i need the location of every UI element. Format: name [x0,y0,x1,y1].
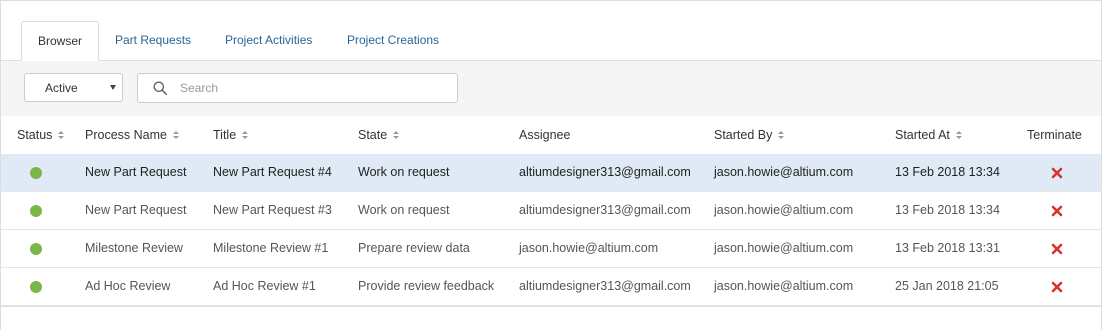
cell-title: New Part Request #3 [213,203,332,217]
search-input[interactable] [180,78,440,98]
sort-icon [58,131,65,140]
cell-started-at: 25 Jan 2018 21:05 [895,279,999,293]
terminate-close-icon[interactable] [1051,205,1063,217]
cell-state: Work on request [358,203,450,217]
status-filter-value: Active [45,81,78,95]
column-header-process-name[interactable]: Process Name [85,116,179,154]
table-row[interactable]: Milestone Review Milestone Review #1 Pre… [1,230,1101,268]
cell-title: Ad Hoc Review #1 [213,279,316,293]
sort-icon [955,131,962,140]
column-header-terminate: Terminate [1027,116,1082,154]
status-filter-select[interactable]: Active [24,73,123,102]
column-header-label: Started At [895,128,950,142]
cell-assignee: altiumdesigner313@gmail.com [519,203,691,217]
cell-process-name: Milestone Review [85,241,183,255]
sort-icon [242,131,249,140]
column-header-status[interactable]: Status [17,116,65,154]
column-header-label: Process Name [85,128,167,142]
column-header-assignee: Assignee [519,116,570,154]
status-dot-icon [30,243,42,255]
table-row[interactable]: New Part Request New Part Request #3 Wor… [1,192,1101,230]
processes-panel: Browser Part Requests Project Activities… [0,0,1102,330]
column-header-started-by[interactable]: Started By [714,116,785,154]
status-dot-icon [30,205,42,217]
cell-state: Prepare review data [358,241,470,255]
column-header-state[interactable]: State [358,116,400,154]
status-dot-icon [30,167,42,179]
cell-assignee: altiumdesigner313@gmail.com [519,165,691,179]
search-box [137,73,458,103]
sort-icon [172,131,179,140]
cell-started-by: jason.howie@altium.com [714,279,854,293]
table-row[interactable]: Ad Hoc Review Ad Hoc Review #1 Provide r… [1,268,1101,306]
table-footer [1,306,1101,330]
caret-down-icon [110,85,116,90]
status-dot-icon [30,281,42,293]
column-header-title[interactable]: Title [213,116,249,154]
cell-state: Provide review feedback [358,279,495,293]
sort-icon [393,131,400,140]
column-header-label: Title [213,128,237,142]
column-header-label: Assignee [519,128,571,142]
terminate-close-icon[interactable] [1051,243,1063,255]
cell-started-by: jason.howie@altium.com [714,203,854,217]
cell-started-at: 13 Feb 2018 13:31 [895,241,1000,255]
tab-part-requests[interactable]: Part Requests [99,21,207,59]
terminate-close-icon[interactable] [1051,281,1063,293]
cell-started-at: 13 Feb 2018 13:34 [895,203,1000,217]
cell-title: Milestone Review #1 [213,241,329,255]
tab-browser[interactable]: Browser [21,21,100,61]
cell-state: Work on request [358,165,450,179]
tab-bar: Browser Part Requests Project Activities… [1,1,1101,61]
cell-assignee: altiumdesigner313@gmail.com [519,279,691,293]
table-header: Status Process Name Title State Assignee… [1,116,1101,155]
cell-process-name: New Part Request [85,203,187,217]
terminate-close-icon[interactable] [1051,167,1063,179]
cell-process-name: Ad Hoc Review [85,279,171,293]
tab-project-creations[interactable]: Project Creations [331,21,455,59]
sort-icon [778,131,785,140]
column-header-label: Started By [714,128,773,142]
cell-title: New Part Request #4 [213,165,332,179]
cell-started-by: jason.howie@altium.com [714,165,854,179]
cell-started-by: jason.howie@altium.com [714,241,854,255]
search-icon [153,81,167,95]
filter-bar: Active [1,61,1101,117]
table-row[interactable]: New Part Request New Part Request #4 Wor… [1,154,1101,192]
tab-project-activities[interactable]: Project Activities [209,21,328,59]
cell-process-name: New Part Request [85,165,187,179]
column-header-label: State [358,128,388,142]
column-header-label: Status [17,128,53,142]
column-header-started-at[interactable]: Started At [895,116,962,154]
cell-started-at: 13 Feb 2018 13:34 [895,165,1000,179]
cell-assignee: jason.howie@altium.com [519,241,659,255]
column-header-label: Terminate [1027,128,1082,142]
